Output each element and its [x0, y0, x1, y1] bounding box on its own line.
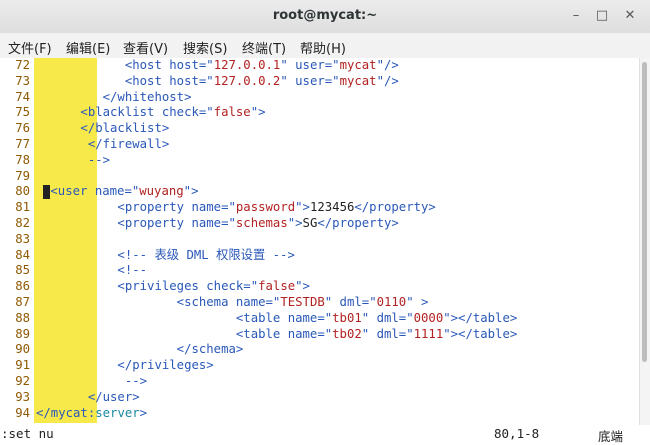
- line-text: </blacklist>: [36, 121, 170, 136]
- maximize-icon[interactable]: □: [594, 8, 610, 24]
- line-number: 75: [15, 105, 30, 120]
- line-text: <table name="tb02" dml="1111"></table>: [36, 326, 518, 341]
- menu-search[interactable]: 搜索(S): [183, 38, 227, 57]
- code-line: 89 <table name="tb02" dml="1111"></table…: [0, 327, 640, 343]
- line-text: -->: [36, 373, 148, 388]
- line-text: <property name="schemas">SG</property>: [36, 215, 399, 230]
- cursor-position: 80,1-8: [494, 426, 540, 441]
- scrollbar-thumb[interactable]: [642, 62, 647, 362]
- menu-bar: 文件(F) 编辑(E) 查看(V) 搜索(S) 终端(T) 帮助(H): [0, 33, 650, 59]
- code-line: 93 </user>: [0, 390, 640, 406]
- line-number: 94: [15, 405, 30, 420]
- code-line: 78 -->: [0, 153, 640, 169]
- code-line: 73 <host host="127.0.0.2" user="mycat"/>: [0, 74, 640, 90]
- code-line: 72 <host host="127.0.0.1" user="mycat"/>: [0, 58, 640, 74]
- line-number: 81: [15, 200, 30, 215]
- code-line: 74 </whitehost>: [0, 90, 640, 106]
- menu-edit[interactable]: 编辑(E): [66, 38, 110, 57]
- line-number: 89: [15, 326, 30, 341]
- line-number: 88: [15, 310, 30, 325]
- line-text: <property name="password">123456</proper…: [36, 200, 436, 215]
- line-text: </user>: [36, 389, 140, 404]
- line-text: </whitehost>: [36, 89, 192, 104]
- cursor: [43, 184, 51, 199]
- code-line: 80 <user name="wuyang">: [0, 184, 640, 200]
- code-line: 76 </blacklist>: [0, 121, 640, 137]
- line-text: </schema>: [36, 342, 244, 357]
- line-number: 82: [15, 215, 30, 230]
- line-text: </mycat:server>: [36, 405, 148, 420]
- title-bar[interactable]: root@mycat:~ – □ ✕: [0, 0, 650, 34]
- line-number: 79: [15, 168, 30, 183]
- code-line: 90 </schema>: [0, 342, 640, 358]
- vim-editor[interactable]: 72 <host host="127.0.0.1" user="mycat"/>…: [0, 58, 640, 425]
- code-line: 85 <!--: [0, 263, 640, 279]
- line-text: <!--: [36, 263, 148, 278]
- terminal-window: root@mycat:~ – □ ✕ 文件(F) 编辑(E) 查看(V) 搜索(…: [0, 0, 650, 444]
- line-number: 72: [15, 58, 30, 72]
- line-text: <user name="wuyang">: [36, 184, 198, 200]
- menu-view[interactable]: 查看(V): [123, 38, 168, 57]
- code-line: 91 </privileges>: [0, 358, 640, 374]
- code-line: 94 </mycat:server>: [0, 406, 640, 422]
- line-text: <host host="127.0.0.1" user="mycat"/>: [36, 58, 399, 72]
- close-icon[interactable]: ✕: [622, 8, 638, 24]
- line-number: 73: [15, 73, 30, 88]
- line-text: </firewall>: [36, 136, 170, 151]
- code-line: 87 <schema name="TESTDB" dml="0110" >: [0, 295, 640, 311]
- line-text: -->: [36, 152, 111, 167]
- line-text: <blacklist check="false">: [36, 105, 266, 120]
- code-line: 82 <property name="schemas">SG</property…: [0, 216, 640, 232]
- code-line: 81 <property name="password">123456</pro…: [0, 200, 640, 216]
- code-line: 75 <blacklist check="false">: [0, 105, 640, 121]
- command-line[interactable]: :set nu 80,1-8 底端: [0, 425, 650, 444]
- line-number: 87: [15, 294, 30, 309]
- line-number: 83: [15, 231, 30, 246]
- line-text: <table name="tb01" dml="0000"></table>: [36, 310, 518, 325]
- line-number: 93: [15, 389, 30, 404]
- code-line: 92 -->: [0, 374, 640, 390]
- window-title: root@mycat:~: [272, 8, 378, 23]
- line-number: 74: [15, 89, 30, 104]
- code-line: 88 <table name="tb01" dml="0000"></table…: [0, 311, 640, 327]
- line-text: <!-- 表级 DML 权限设置 -->: [36, 247, 295, 262]
- line-text: </privileges>: [36, 358, 214, 373]
- line-number: 86: [15, 279, 30, 294]
- line-text: <privileges check="false">: [36, 279, 310, 294]
- code-line: 84 <!-- 表级 DML 权限设置 -->: [0, 248, 640, 264]
- menu-help[interactable]: 帮助(H): [300, 38, 346, 57]
- line-number: 90: [15, 342, 30, 357]
- command-text: :set nu: [1, 426, 54, 441]
- code-line: 83: [0, 232, 640, 248]
- line-text: <schema name="TESTDB" dml="0110" >: [36, 294, 429, 309]
- line-text: <host host="127.0.0.2" user="mycat"/>: [36, 73, 399, 88]
- line-number: 78: [15, 152, 30, 167]
- code-line: 86 <privileges check="false">: [0, 279, 640, 295]
- code-line: 79: [0, 169, 640, 185]
- line-number: 84: [15, 247, 30, 262]
- scroll-position: 底端: [598, 429, 624, 444]
- code-lines: 72 <host host="127.0.0.1" user="mycat"/>…: [0, 58, 640, 421]
- menu-file[interactable]: 文件(F): [8, 38, 52, 57]
- minimize-icon[interactable]: –: [568, 8, 584, 24]
- line-number: 80: [15, 184, 30, 199]
- line-number: 76: [15, 121, 30, 136]
- line-number: 92: [15, 373, 30, 388]
- scrollbar[interactable]: [639, 58, 650, 425]
- code-line: 77 </firewall>: [0, 137, 640, 153]
- line-number: 91: [15, 358, 30, 373]
- menu-terminal[interactable]: 终端(T): [242, 38, 286, 57]
- line-number: 85: [15, 263, 30, 278]
- line-number: 77: [15, 136, 30, 151]
